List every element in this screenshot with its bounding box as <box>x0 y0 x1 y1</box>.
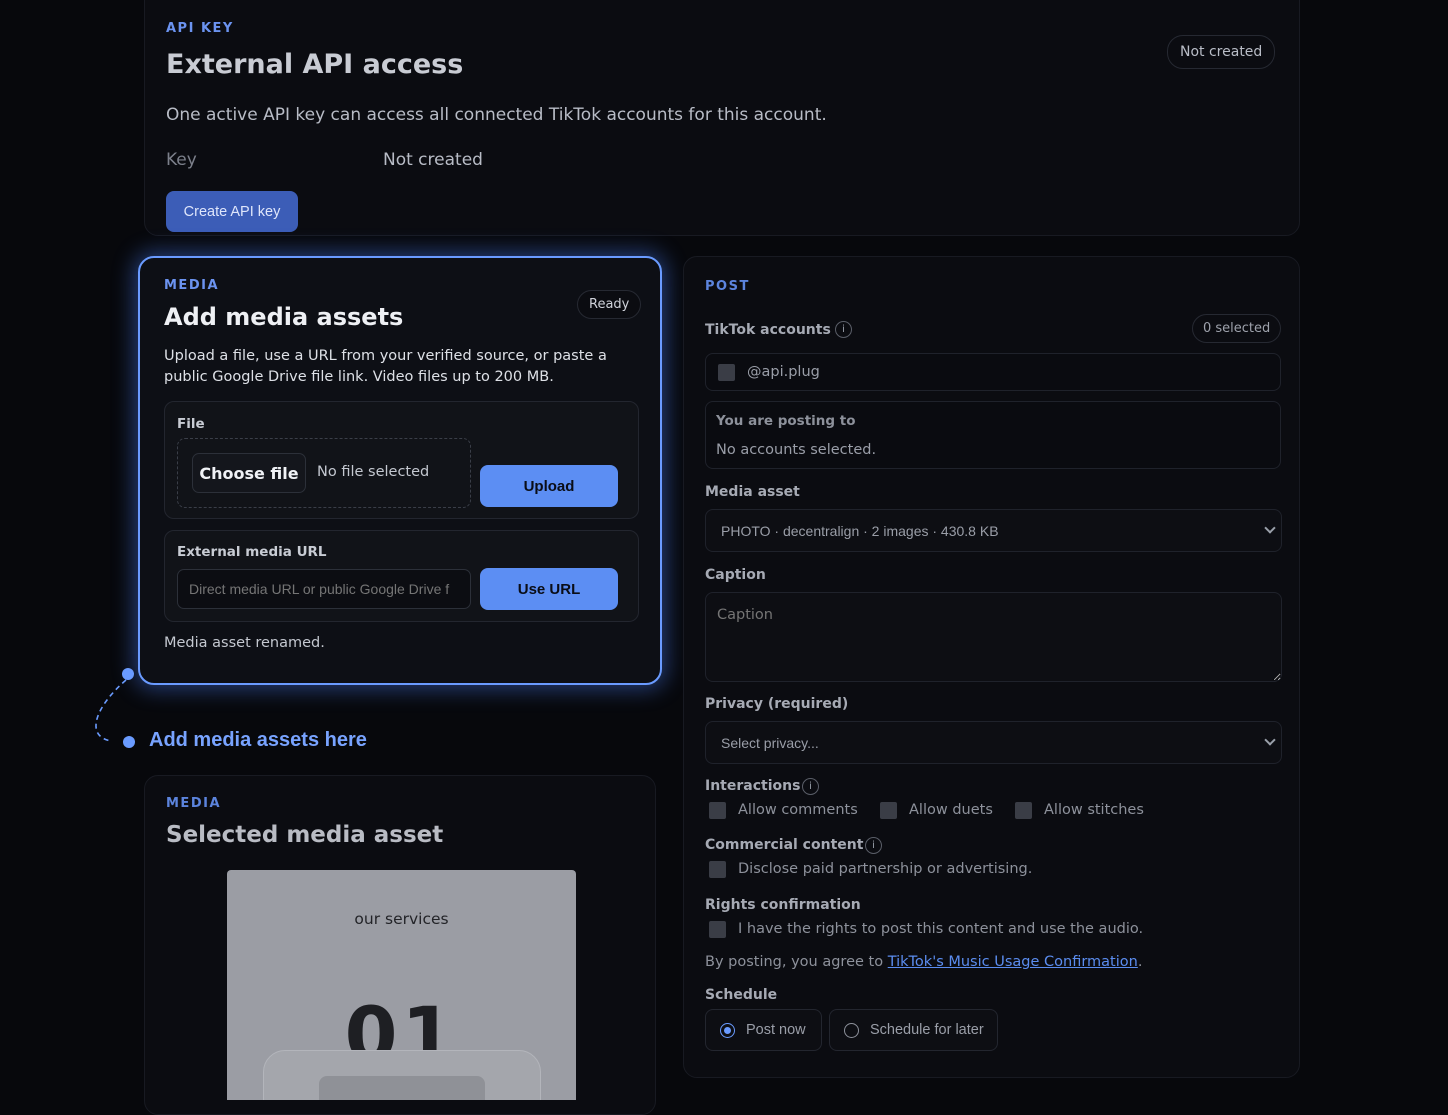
media-asset-select[interactable]: PHOTO · decentralign · 2 images · 430.8 … <box>705 509 1282 552</box>
selected-media-card: MEDIA Selected media asset our services … <box>144 775 656 1115</box>
preview-overlay-bar <box>319 1076 485 1100</box>
rights-checkbox[interactable] <box>709 921 726 938</box>
schedule-later-option[interactable]: Schedule for later <box>829 1009 998 1051</box>
commercial-checkbox[interactable] <box>709 861 726 878</box>
schedule-later-label: Schedule for later <box>870 1022 984 1038</box>
allow-stitches-label: Allow stitches <box>1044 802 1144 818</box>
rights-confirmation-label: Rights confirmation <box>705 897 861 913</box>
post-now-label: Post now <box>746 1022 806 1038</box>
caption-label: Caption <box>705 567 766 583</box>
caption-textarea[interactable] <box>705 592 1282 682</box>
create-api-key-button[interactable]: Create API key <box>166 191 298 232</box>
allow-stitches-checkbox[interactable] <box>1015 802 1032 819</box>
api-key-status-badge: Not created <box>1167 35 1276 69</box>
chevron-down-icon <box>1264 734 1276 746</box>
accounts-selected-count: 0 selected <box>1192 314 1282 343</box>
accounts-info-icon[interactable]: i <box>835 321 852 338</box>
choose-file-button[interactable]: Choose file <box>192 453 306 493</box>
account-option[interactable]: @api.plug <box>705 353 1281 391</box>
external-url-input[interactable] <box>177 569 471 609</box>
connector-line <box>95 679 127 742</box>
privacy-value: Select privacy... <box>721 735 819 751</box>
external-url-section: External media URL Use URL <box>164 530 639 622</box>
schedule-later-radio[interactable] <box>844 1023 859 1038</box>
allow-duets-label: Allow duets <box>909 802 993 818</box>
privacy-select[interactable]: Select privacy... <box>705 721 1282 764</box>
interactions-label: Interactions <box>705 778 801 794</box>
selected-media-title: Selected media asset <box>166 822 444 848</box>
api-key-label: Key <box>166 150 197 170</box>
post-eyebrow: POST <box>705 279 750 294</box>
file-upload-section: File Choose file No file selected Upload <box>164 401 639 519</box>
allow-comments-checkbox[interactable] <box>709 802 726 819</box>
upload-button[interactable]: Upload <box>480 465 618 507</box>
allow-duets-checkbox[interactable] <box>880 802 897 819</box>
radio-selected-dot <box>723 1026 731 1034</box>
account-checkbox[interactable] <box>718 364 735 381</box>
callout-connector <box>95 668 135 748</box>
file-dropzone[interactable]: Choose file No file selected <box>177 438 471 508</box>
posting-to-label: You are posting to <box>716 413 856 429</box>
api-key-title: External API access <box>166 49 464 80</box>
file-label: File <box>177 416 205 432</box>
media-preview-image: our services 01 <box>227 870 576 1100</box>
allow-comments-label: Allow comments <box>738 802 858 818</box>
api-key-value: Not created <box>383 150 483 170</box>
posting-to-value: No accounts selected. <box>716 442 877 458</box>
post-now-radio[interactable] <box>720 1023 735 1038</box>
preview-title: our services <box>354 910 449 928</box>
rights-checkbox-label: I have the rights to post this content a… <box>738 921 1144 937</box>
agreement-prefix: By posting, you agree to <box>705 954 888 970</box>
connector-dot-top <box>122 668 134 680</box>
commercial-content-label: Commercial content <box>705 837 864 853</box>
api-key-description: One active API key can access all connec… <box>166 105 827 125</box>
media-title: Add media assets <box>164 303 404 331</box>
no-file-selected-text: No file selected <box>317 464 430 480</box>
agreement-text: By posting, you agree to TikTok's Music … <box>705 954 1142 970</box>
agreement-suffix: . <box>1137 954 1143 970</box>
media-status-message: Media asset renamed. <box>164 635 325 651</box>
music-usage-link[interactable]: TikTok's Music Usage Confirmation <box>888 954 1138 970</box>
schedule-label: Schedule <box>705 987 778 1003</box>
post-now-option[interactable]: Post now <box>705 1009 822 1051</box>
selected-media-eyebrow: MEDIA <box>166 796 222 811</box>
tiktok-accounts-label: TikTok accounts <box>705 322 831 338</box>
media-eyebrow: MEDIA <box>164 278 220 293</box>
api-key-card: API KEY External API access Not created … <box>144 0 1300 236</box>
connector-dot-bottom <box>123 736 135 748</box>
external-url-label: External media URL <box>177 544 327 560</box>
media-status-badge: Ready <box>577 290 642 319</box>
privacy-label: Privacy (required) <box>705 696 849 712</box>
media-asset-value: PHOTO · decentralign · 2 images · 430.8 … <box>721 523 999 539</box>
callout-text: Add media assets here <box>149 729 367 751</box>
media-description: Upload a file, use a URL from your verif… <box>164 348 607 385</box>
api-key-eyebrow: API KEY <box>166 21 234 36</box>
add-media-card: MEDIA Add media assets Ready Upload a fi… <box>138 256 662 685</box>
interactions-info-icon[interactable]: i <box>802 778 819 795</box>
chevron-down-icon <box>1264 522 1276 534</box>
posting-to-box: You are posting to No accounts selected. <box>705 401 1281 469</box>
commercial-info-icon[interactable]: i <box>865 837 882 854</box>
account-handle: @api.plug <box>747 364 820 380</box>
media-asset-label: Media asset <box>705 484 800 500</box>
commercial-checkbox-label: Disclose paid partnership or advertising… <box>738 861 1033 877</box>
use-url-button[interactable]: Use URL <box>480 568 618 610</box>
post-card: POST TikTok accounts i 0 selected @api.p… <box>683 256 1300 1078</box>
